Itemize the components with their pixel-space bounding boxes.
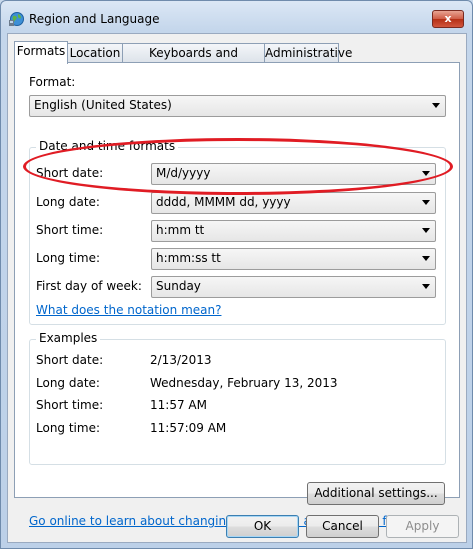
format-label: Format: bbox=[29, 75, 76, 89]
group-title-examples: Examples bbox=[36, 331, 101, 345]
long-date-label: Long date: bbox=[36, 195, 100, 209]
long-time-value: h:mm:ss tt bbox=[156, 251, 221, 265]
example-long-date-label: Long date: bbox=[36, 376, 100, 390]
long-date-dropdown[interactable]: dddd, MMMM dd, yyyy bbox=[151, 192, 436, 214]
dialog-window: Region and Language x Formats Location K… bbox=[0, 0, 473, 549]
format-dropdown[interactable]: English (United States) bbox=[29, 95, 446, 117]
dialog-client: Formats Location Keyboards and Languages… bbox=[7, 33, 467, 543]
format-value: English (United States) bbox=[34, 98, 172, 112]
formats-panel: Format: English (United States) Date and… bbox=[14, 62, 460, 528]
short-date-value: M/d/yyyy bbox=[156, 166, 211, 180]
cancel-button[interactable]: Cancel bbox=[306, 515, 379, 538]
tab-administrative[interactable]: Administrative bbox=[264, 43, 352, 62]
additional-settings-button[interactable]: Additional settings... bbox=[307, 482, 445, 505]
examples-group: Examples Short date: 2/13/2013 Long date… bbox=[29, 331, 446, 465]
globe-icon bbox=[9, 12, 24, 26]
tab-location[interactable]: Location bbox=[67, 43, 123, 62]
example-long-time-value: 11:57:09 AM bbox=[150, 421, 227, 435]
example-short-time-value: 11:57 AM bbox=[150, 398, 207, 412]
ok-button[interactable]: OK bbox=[226, 515, 299, 538]
date-time-formats-group: Date and time formats Short date: M/d/yy… bbox=[29, 139, 446, 325]
group-title-date-time-formats: Date and time formats bbox=[36, 139, 179, 153]
apply-button[interactable]: Apply bbox=[386, 515, 459, 538]
tab-keyboards-and-languages[interactable]: Keyboards and Languages bbox=[122, 43, 265, 78]
title-bar[interactable]: Region and Language x bbox=[1, 1, 472, 37]
tab-formats[interactable]: Formats bbox=[14, 41, 68, 64]
close-button[interactable]: x bbox=[432, 10, 464, 28]
example-short-date-label: Short date: bbox=[36, 353, 104, 367]
example-short-time-label: Short time: bbox=[36, 398, 104, 412]
first-day-label: First day of week: bbox=[36, 279, 142, 293]
first-day-dropdown[interactable]: Sunday bbox=[151, 276, 436, 298]
chevron-down-icon bbox=[432, 103, 440, 108]
short-date-label: Short date: bbox=[36, 166, 104, 180]
chevron-down-icon bbox=[422, 256, 430, 261]
chevron-down-icon bbox=[422, 200, 430, 205]
window-title: Region and Language bbox=[29, 12, 160, 26]
long-date-value: dddd, MMMM dd, yyyy bbox=[156, 195, 291, 209]
example-short-date-value: 2/13/2013 bbox=[150, 353, 212, 367]
notation-help-link[interactable]: What does the notation mean? bbox=[36, 303, 221, 317]
short-date-dropdown[interactable]: M/d/yyyy bbox=[151, 163, 436, 185]
chevron-down-icon bbox=[422, 284, 430, 289]
short-time-label: Short time: bbox=[36, 223, 104, 237]
long-time-dropdown[interactable]: h:mm:ss tt bbox=[151, 248, 436, 270]
example-long-time-label: Long time: bbox=[36, 421, 101, 435]
short-time-dropdown[interactable]: h:mm tt bbox=[151, 220, 436, 242]
long-time-label: Long time: bbox=[36, 251, 101, 265]
short-time-value: h:mm tt bbox=[156, 223, 205, 237]
example-long-date-value: Wednesday, February 13, 2013 bbox=[150, 376, 338, 390]
chevron-down-icon bbox=[422, 228, 430, 233]
first-day-value: Sunday bbox=[156, 279, 201, 293]
chevron-down-icon bbox=[422, 171, 430, 176]
